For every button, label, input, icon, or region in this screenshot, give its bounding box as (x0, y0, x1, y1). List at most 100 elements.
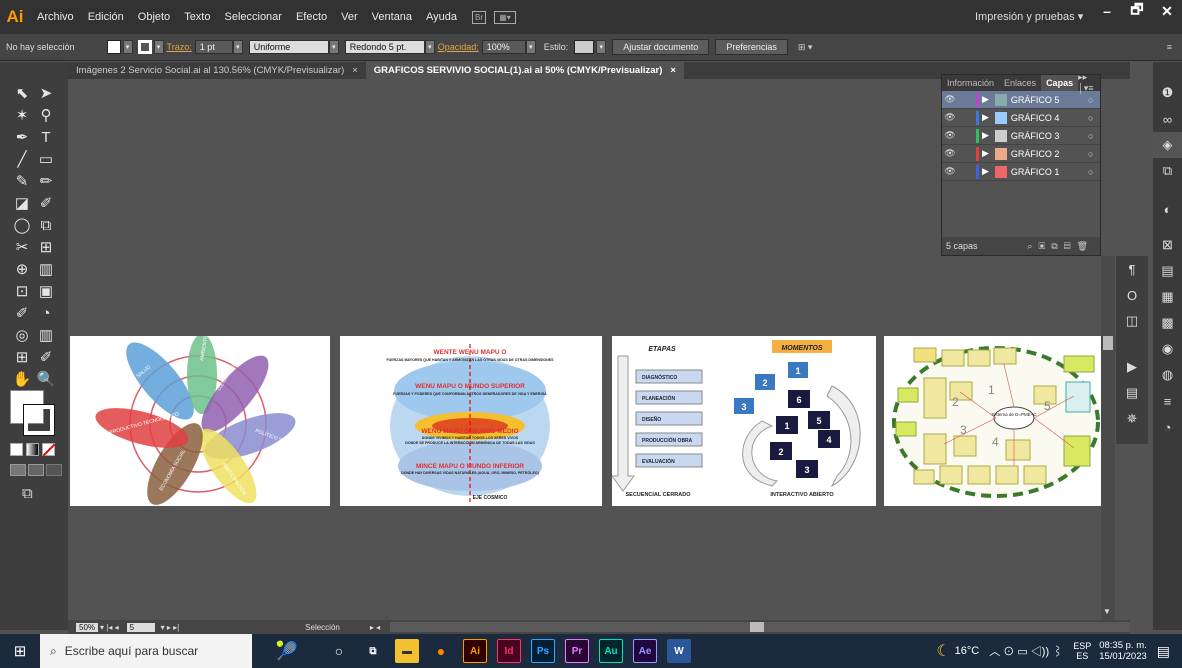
pen-tool-icon[interactable]: ✒ (10, 126, 34, 148)
arrange-documents-icon[interactable]: ▦▾ (494, 10, 517, 24)
stroke-color-box[interactable] (24, 405, 54, 435)
layer-row[interactable]: 👁 ▶ GRÁFICO 1 ○ (942, 163, 1100, 181)
target-icon[interactable]: ○ (1088, 167, 1100, 177)
stroke-label[interactable]: Trazo: (167, 42, 192, 52)
menu-efecto[interactable]: Efecto (289, 11, 334, 23)
page-nav[interactable]: ▾ ▸ ▸| (161, 623, 180, 632)
weather-icon[interactable]: ☾ (936, 641, 950, 661)
lasso-icon[interactable]: ⚲ (34, 104, 58, 126)
language[interactable]: ESP (1073, 641, 1091, 651)
tab-enlaces[interactable]: Enlaces (999, 78, 1041, 88)
line-tool-icon[interactable]: ╱ (10, 148, 34, 170)
taskbar-search[interactable]: ⌕ Escribe aquí para buscar (40, 634, 252, 668)
blob-brush-icon[interactable]: ◪ (10, 192, 34, 214)
panel-menu-icon[interactable]: ≡ (1167, 42, 1172, 52)
zoom-dropdown[interactable]: ▾ |◂ ◂ (100, 623, 119, 632)
mesh-tool-icon[interactable]: ⊡ (10, 280, 34, 302)
selection-tool-icon[interactable]: ⬉ (10, 82, 34, 104)
navigator-icon[interactable]: ⊠ (1153, 232, 1182, 258)
expand-icon[interactable]: ▶ (982, 112, 989, 123)
draw-inside-icon[interactable] (46, 464, 62, 476)
artboard-grafico-3[interactable]: ETAPAS MOMENTOS DIAGNÓSTICO PLANEACIÓN D… (611, 336, 876, 506)
minimize-button[interactable]: – (1092, 0, 1122, 22)
tab-capas[interactable]: Capas (1041, 75, 1079, 91)
tab-imagenes[interactable]: Imágenes 2 Servicio Social.ai al 130.56%… (68, 62, 366, 79)
align-icon[interactable]: ▤ (1116, 380, 1148, 406)
eye-icon[interactable]: 👁 (942, 94, 958, 105)
zoom-field[interactable]: 50% (76, 622, 99, 632)
attributes-icon[interactable]: ▤ (1153, 258, 1182, 284)
menu-seleccionar[interactable]: Seleccionar (217, 11, 288, 23)
brush-dropdown[interactable]: ▾ (424, 40, 435, 54)
tray-icons[interactable]: ︿ ⊙ ▭ ◁)) ⌇ (989, 643, 1063, 659)
stroke-weight-dropdown[interactable]: ▾ (232, 40, 243, 54)
gradient-panel-icon[interactable]: ◔ (1153, 414, 1182, 440)
language-region[interactable]: ES (1076, 651, 1088, 661)
cortana-icon[interactable]: ○ (327, 639, 351, 663)
symbol-sprayer-icon[interactable]: ◎ (10, 324, 34, 346)
layers-icon[interactable]: ◈ (1153, 132, 1182, 158)
style-dropdown[interactable]: ▾ (596, 40, 607, 54)
brush-select[interactable]: Redondo 5 pt. (344, 40, 425, 54)
free-transform-icon[interactable]: ⊞ (34, 236, 58, 258)
draw-normal-icon[interactable] (10, 464, 26, 476)
menu-archivo[interactable]: Archivo (30, 11, 81, 23)
screen-mode-icon[interactable]: ⧉ (22, 485, 33, 502)
none-mode-icon[interactable] (42, 443, 56, 457)
graphic-styles-icon[interactable]: ◍ (1153, 362, 1182, 388)
opacity-field[interactable]: 100% (481, 40, 526, 54)
word-taskbar-icon[interactable]: W (667, 639, 691, 663)
rectangle-tool-icon[interactable]: ▭ (34, 148, 58, 170)
pencil-icon[interactable]: ✏ (34, 170, 58, 192)
scroll-thumb[interactable] (1103, 336, 1113, 350)
expand-icon[interactable]: ▶ (982, 94, 989, 105)
aftereffects-taskbar-icon[interactable]: Ae (633, 639, 657, 663)
indesign-taskbar-icon[interactable]: Id (497, 639, 521, 663)
transparency-icon[interactable]: ◫ (1116, 308, 1148, 334)
eye-icon[interactable]: 👁 (942, 148, 958, 159)
workspace-switcher[interactable]: Impresión y pruebas ▾ (975, 10, 1083, 23)
eye-icon[interactable]: 👁 (942, 112, 958, 123)
fit-document-button[interactable]: Ajustar documento (612, 39, 710, 55)
style-swatch[interactable] (574, 40, 595, 54)
scale-tool-icon[interactable]: ⧉ (34, 214, 58, 236)
bridge-icon[interactable]: Br (472, 10, 487, 24)
layer-row[interactable]: 👁 ▶ GRÁFICO 2 ○ (942, 145, 1100, 163)
opentype-icon[interactable]: O (1116, 282, 1148, 308)
zoom-tool-icon[interactable]: 🔍 (34, 368, 58, 390)
vertical-scrollbar[interactable]: ▼ (1101, 256, 1115, 620)
menu-ver[interactable]: Ver (334, 11, 365, 23)
magic-wand-icon[interactable]: ✶ (10, 104, 34, 126)
artboard-grafico-4[interactable]: Sistema de D=PME+C 1 2 3 4 5 (884, 336, 1106, 506)
shape-builder-icon[interactable]: ⊕ (10, 258, 34, 280)
page-field[interactable]: 5 (126, 622, 155, 632)
swatches-icon[interactable]: ▦ (1153, 284, 1182, 310)
blend-tool-icon[interactable]: ◔ (34, 302, 58, 324)
menu-edicion[interactable]: Edición (81, 11, 131, 23)
fill-swatch[interactable] (106, 40, 121, 54)
column-graph-icon[interactable]: ▥ (34, 324, 58, 346)
profile-select[interactable]: Uniforme (248, 40, 329, 54)
eyedropper-icon[interactable]: ✐ (10, 302, 34, 324)
info-icon[interactable]: ❶ (1153, 80, 1182, 106)
stroke-panel-icon[interactable]: ≡ (1153, 388, 1182, 414)
eye-icon[interactable]: 👁 (942, 166, 958, 177)
gradient-tool-icon[interactable]: ▣ (34, 280, 58, 302)
symbols-icon[interactable]: ✵ (1116, 406, 1148, 432)
status-menu-icon[interactable]: ▸ ◂ (370, 623, 380, 632)
tab-graficos[interactable]: GRAFICOS SERVIVIO SOCIAL(1).ai al 50% (C… (365, 62, 684, 79)
artboard-tool-icon[interactable]: ⊞ (10, 346, 34, 368)
task-view-icon[interactable]: ⧉ (361, 639, 385, 663)
slice-tool-icon[interactable]: ✐ (34, 346, 58, 368)
target-icon[interactable]: ○ (1088, 149, 1100, 159)
graph-tool-icon[interactable]: ▥ (34, 258, 58, 280)
paragraph-icon[interactable]: ¶ (1116, 256, 1148, 282)
tab-informacion[interactable]: Información (942, 78, 999, 88)
rotate-tool-icon[interactable]: ◯ (10, 214, 34, 236)
artboard-grafico-1[interactable]: SALUD AMBIENTE CULTURA INTERCULTURALIDAD… (70, 334, 330, 506)
paintbrush-icon[interactable]: ✎ (10, 170, 34, 192)
eye-icon[interactable]: 👁 (942, 130, 958, 141)
target-icon[interactable]: ○ (1088, 131, 1100, 141)
file-explorer-icon[interactable]: ▬ (395, 639, 419, 663)
appearance-icon[interactable]: ◉ (1153, 336, 1182, 362)
